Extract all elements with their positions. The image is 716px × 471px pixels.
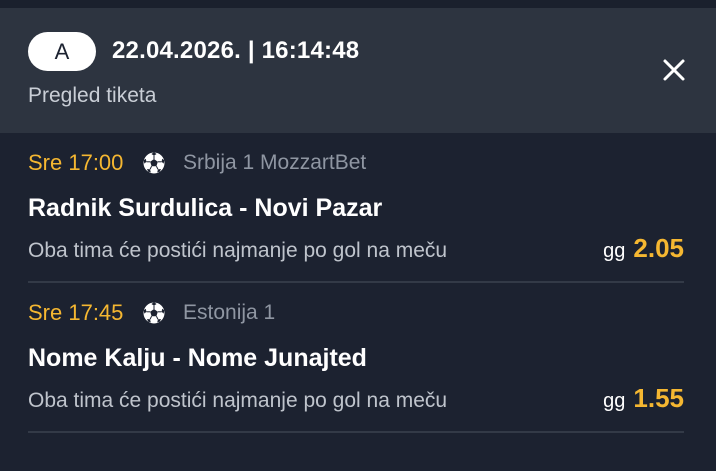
bet-pick: gg	[603, 390, 626, 412]
bet-odds: gg 1.55	[603, 383, 684, 414]
close-button[interactable]	[656, 52, 692, 88]
league-name: Estonija 1	[183, 301, 276, 324]
top-strip	[0, 0, 716, 8]
match-time: Sre 17:45	[28, 300, 124, 325]
ticket-badge: A	[28, 32, 96, 71]
league-name: Srbija 1 MozzartBet	[183, 151, 367, 174]
match-time: Sre 17:00	[28, 150, 124, 175]
odd-value: 2.05	[633, 233, 684, 263]
soccer-ball-icon	[142, 301, 166, 325]
odd-value: 1.55	[633, 383, 684, 413]
bet-market: Oba tima će postići najmanje po gol na m…	[28, 389, 448, 412]
divider	[28, 431, 684, 433]
close-icon[interactable]	[656, 52, 692, 88]
ticket-datetime: 22.04.2026. | 16:14:48	[112, 37, 360, 64]
page-subtitle: Pregled tiketa	[28, 84, 157, 107]
bet-pick: gg	[603, 240, 626, 262]
bet-market: Oba tima će postići najmanje po gol na m…	[28, 239, 448, 262]
match-item[interactable]: Sre 17:45 Estonija 1 Nome Kalju - Nome J…	[28, 283, 684, 433]
soccer-ball-icon	[142, 151, 166, 175]
bet-odds: gg 2.05	[603, 233, 684, 264]
ticket-header: A 22.04.2026. | 16:14:48 Pregled tiketa	[0, 8, 716, 133]
ticket-preview-screen: A 22.04.2026. | 16:14:48 Pregled tiketa …	[0, 0, 716, 471]
match-teams: Nome Kalju - Nome Junajted	[28, 344, 367, 372]
match-item[interactable]: Sre 17:00 Srbija 1 MozzartBet Radnik Sur…	[28, 133, 684, 283]
match-teams: Radnik Surdulica - Novi Pazar	[28, 194, 383, 222]
